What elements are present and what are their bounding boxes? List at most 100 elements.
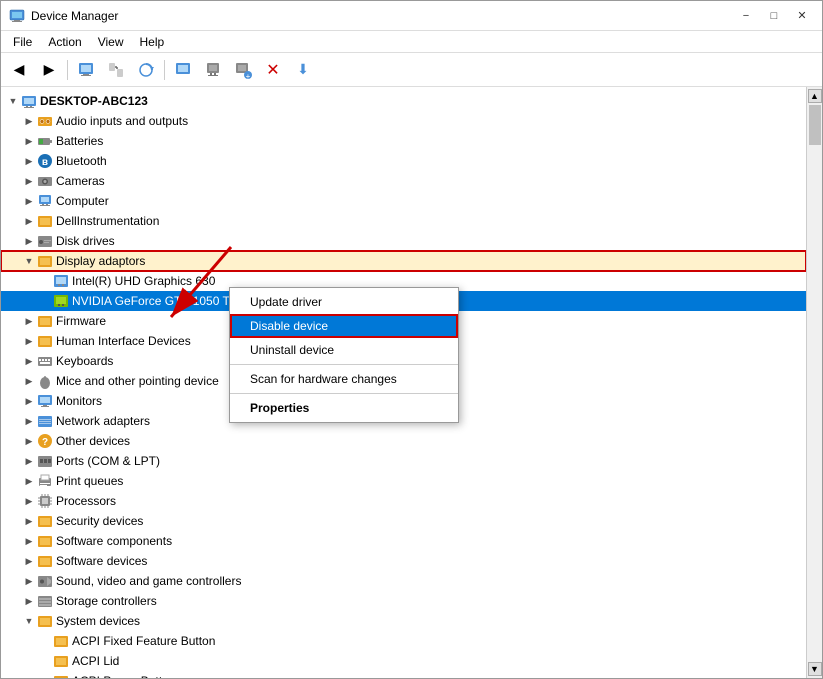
tree-label-computer: Computer <box>56 194 109 208</box>
scrollbar[interactable]: ▲ ▼ <box>806 87 822 678</box>
context-menu-sep-1 <box>230 364 458 365</box>
icon-bluetooth: ʙ <box>37 153 53 169</box>
expander-audio: ▶ <box>21 113 37 129</box>
tree-item-bluetooth[interactable]: ▶ ʙ Bluetooth <box>1 151 806 171</box>
toolbar: ◀ ▶ + ✕ ⬇ <box>1 53 822 87</box>
tree-label-intel: Intel(R) UHD Graphics 630 <box>72 274 215 288</box>
icon-hid <box>37 333 53 349</box>
icon-batteries <box>37 133 53 149</box>
icon-displayadaptors <box>37 253 53 269</box>
tree-label-security: Security devices <box>56 514 143 528</box>
title-bar-left: Device Manager <box>9 8 118 24</box>
tree-label-sound: Sound, video and game controllers <box>56 574 241 588</box>
icon-mice <box>37 373 53 389</box>
toolbar-forward[interactable]: ▶ <box>35 57 63 83</box>
context-menu-uninstall-device[interactable]: Uninstall device <box>230 338 458 362</box>
tree-label-diskdrives: Disk drives <box>56 234 115 248</box>
tree-item-softwaredevices[interactable]: ▶ Software devices <box>1 551 806 571</box>
tree-label-cameras: Cameras <box>56 174 105 188</box>
icon-monitors <box>37 393 53 409</box>
icon-other: ? <box>37 433 53 449</box>
icon-keyboards <box>37 353 53 369</box>
scrollbar-thumb[interactable] <box>809 105 821 145</box>
icon-cameras <box>37 173 53 189</box>
tree-item-sound[interactable]: ▶ Sound, video and game controllers <box>1 571 806 591</box>
tree-item-cameras[interactable]: ▶ Cameras <box>1 171 806 191</box>
device-tree[interactable]: ▼ DESKTOP-ABC123 ▶ Audio inputs and outp… <box>1 87 806 678</box>
tree-item-ports[interactable]: ▶ Ports (COM & LPT) <box>1 451 806 471</box>
tree-item-systemdevices[interactable]: ▼ System devices <box>1 611 806 631</box>
menu-help[interactable]: Help <box>132 33 173 51</box>
title-bar-controls: − □ ✕ <box>734 7 814 25</box>
tree-item-computer[interactable]: ▶ Computer <box>1 191 806 211</box>
title-bar: Device Manager − □ ✕ <box>1 1 822 31</box>
menu-view[interactable]: View <box>90 33 132 51</box>
expander-acpi3 <box>37 673 53 678</box>
toolbar-download[interactable]: ⬇ <box>289 57 317 83</box>
expander-hid: ▶ <box>21 333 37 349</box>
tree-label-printqueues: Print queues <box>56 474 123 488</box>
context-menu-scan[interactable]: Scan for hardware changes <box>230 367 458 391</box>
menu-action[interactable]: Action <box>40 33 89 51</box>
toolbar-monitor[interactable] <box>169 57 197 83</box>
tree-item-displayadaptors[interactable]: ▼ Display adaptors <box>1 251 806 271</box>
context-menu-update-driver[interactable]: Update driver <box>230 290 458 314</box>
toolbar-remove[interactable]: ✕ <box>259 57 287 83</box>
context-menu-disable-device[interactable]: Disable device <box>230 314 458 338</box>
tree-item-softwarecomponents[interactable]: ▶ Software components <box>1 531 806 551</box>
menu-file[interactable]: File <box>5 33 40 51</box>
icon-acpi3 <box>53 673 69 678</box>
app-icon <box>9 8 25 24</box>
expander-processors: ▶ <box>21 493 37 509</box>
icon-acpi1 <box>53 633 69 649</box>
tree-item-printqueues[interactable]: ▶ Print queues <box>1 471 806 491</box>
tree-item-acpi2[interactable]: ACPI Lid <box>1 651 806 671</box>
toolbar-scan[interactable] <box>132 57 160 83</box>
expander-cameras: ▶ <box>21 173 37 189</box>
toolbar-computer[interactable] <box>199 57 227 83</box>
tree-item-batteries[interactable]: ▶ Batteries <box>1 131 806 151</box>
icon-nvidia <box>53 293 69 309</box>
tree-label-ports: Ports (COM & LPT) <box>56 454 160 468</box>
toolbar-back[interactable]: ◀ <box>5 57 33 83</box>
expander-batteries: ▶ <box>21 133 37 149</box>
icon-processors <box>37 493 53 509</box>
tree-item-storage[interactable]: ▶ Storage controllers <box>1 591 806 611</box>
tree-label-systemdevices: System devices <box>56 614 140 628</box>
toolbar-sep-1 <box>67 60 68 80</box>
icon-intel <box>53 273 69 289</box>
icon-softwarecomponents <box>37 533 53 549</box>
icon-dell <box>37 213 53 229</box>
tree-label-acpi2: ACPI Lid <box>72 654 119 668</box>
icon-network <box>37 413 53 429</box>
expander-acpi1 <box>37 633 53 649</box>
tree-item-acpi3[interactable]: ACPI Power Button <box>1 671 806 678</box>
tree-item-security[interactable]: ▶ Security devices <box>1 511 806 531</box>
icon-softwaredevices <box>37 553 53 569</box>
tree-item-root[interactable]: ▼ DESKTOP-ABC123 <box>1 91 806 111</box>
tree-item-diskdrives[interactable]: ▶ Disk drives <box>1 231 806 251</box>
toolbar-add[interactable]: + <box>229 57 257 83</box>
icon-printqueues <box>37 473 53 489</box>
minimize-button[interactable]: − <box>734 7 758 25</box>
expander-keyboards: ▶ <box>21 353 37 369</box>
close-button[interactable]: ✕ <box>790 7 814 25</box>
device-manager-window: Device Manager − □ ✕ File Action View He… <box>0 0 823 679</box>
tree-item-acpi1[interactable]: ACPI Fixed Feature Button <box>1 631 806 651</box>
toolbar-properties[interactable] <box>72 57 100 83</box>
icon-systemdevices <box>37 613 53 629</box>
expander-systemdevices: ▼ <box>21 613 37 629</box>
tree-item-dell[interactable]: ▶ DellInstrumentation <box>1 211 806 231</box>
context-menu-properties[interactable]: Properties <box>230 396 458 420</box>
tree-label-softwaredevices: Software devices <box>56 554 147 568</box>
window-title: Device Manager <box>31 9 118 23</box>
tree-item-audio[interactable]: ▶ Audio inputs and outputs <box>1 111 806 131</box>
expander-firmware: ▶ <box>21 313 37 329</box>
scrollbar-down[interactable]: ▼ <box>808 662 822 676</box>
tree-item-processors[interactable]: ▶ Processors <box>1 491 806 511</box>
maximize-button[interactable]: □ <box>762 7 786 25</box>
toolbar-update[interactable] <box>102 57 130 83</box>
scrollbar-up[interactable]: ▲ <box>808 89 822 103</box>
tree-item-other[interactable]: ▶ ? Other devices <box>1 431 806 451</box>
toolbar-sep-2 <box>164 60 165 80</box>
